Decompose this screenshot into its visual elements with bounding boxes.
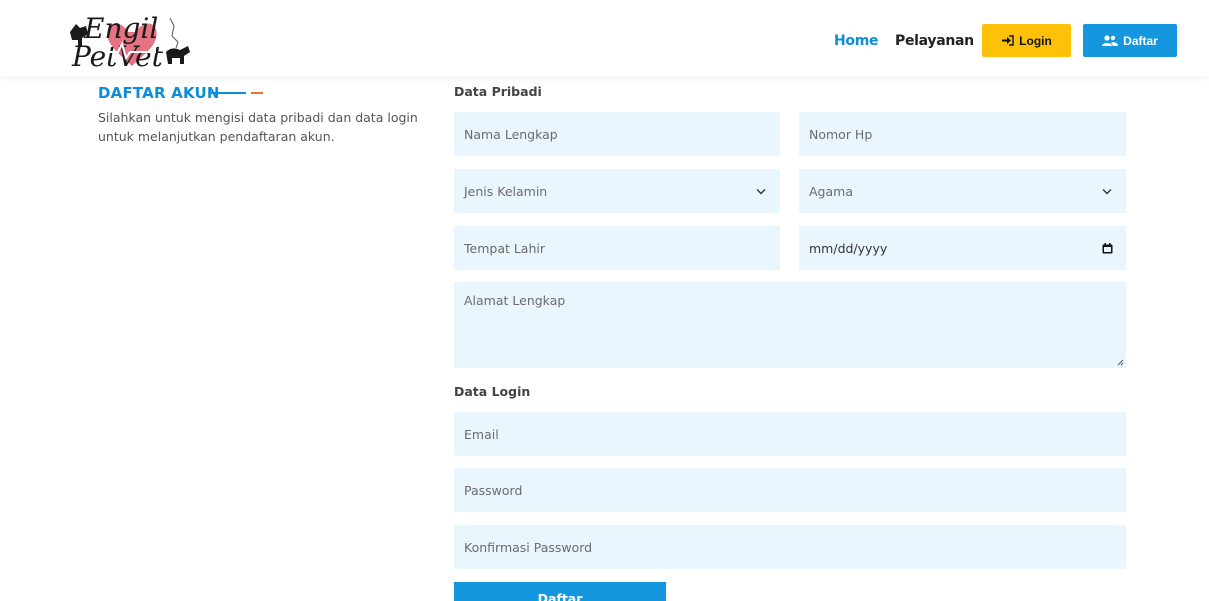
nav-home[interactable]: Home <box>834 33 879 49</box>
login-button-label: Login <box>1019 33 1052 48</box>
register-submit-button[interactable]: Daftar <box>454 582 666 601</box>
resize-handle-icon[interactable] <box>1116 358 1124 366</box>
svg-text:PetVet: PetVet <box>71 40 164 73</box>
page-title: DAFTAR AKUN <box>98 84 220 102</box>
navbar: Engil PetVet Home Pelayanan Login Daftar <box>0 0 1209 76</box>
page-description: Silahkan untuk mengisi data pribadi dan … <box>98 110 418 144</box>
religion-select[interactable]: Agama <box>799 169 1126 213</box>
gender-select[interactable]: Jenis Kelamin <box>454 169 780 213</box>
nav-services[interactable]: Pelayanan <box>895 33 974 49</box>
religion-value: Agama <box>809 183 853 199</box>
phone-placeholder: Nomor Hp <box>809 126 873 142</box>
birthplace-input[interactable]: Tempat Lahir <box>454 226 780 270</box>
password-input[interactable]: Password <box>454 468 1126 512</box>
register-submit-label: Daftar <box>537 591 583 601</box>
address-textarea[interactable]: Alamat Lengkap <box>454 282 1126 368</box>
title-underline-orange <box>251 92 263 94</box>
register-nav-button[interactable]: Daftar <box>1083 24 1177 57</box>
sign-in-icon <box>1002 35 1014 46</box>
users-icon <box>1102 35 1119 46</box>
calendar-icon[interactable] <box>1098 242 1116 254</box>
personal-data-label: Data Pribadi <box>454 84 542 99</box>
login-data-label: Data Login <box>454 384 531 399</box>
register-nav-label: Daftar <box>1123 33 1158 48</box>
email-placeholder: Email <box>464 426 499 442</box>
full-name-placeholder: Nama Lengkap <box>464 126 558 142</box>
birthdate-input[interactable]: mm/dd/yyyy <box>799 226 1126 270</box>
phone-input[interactable]: Nomor Hp <box>799 112 1126 156</box>
birthdate-placeholder: mm/dd/yyyy <box>809 240 888 256</box>
title-underline-blue <box>211 92 246 94</box>
full-name-input[interactable]: Nama Lengkap <box>454 112 780 156</box>
birthplace-placeholder: Tempat Lahir <box>464 240 546 256</box>
login-button[interactable]: Login <box>982 24 1071 57</box>
chevron-down-icon <box>1098 188 1116 195</box>
gender-value: Jenis Kelamin <box>464 183 548 199</box>
confirm-password-placeholder: Konfirmasi Password <box>464 539 593 555</box>
address-placeholder: Alamat Lengkap <box>464 293 566 308</box>
brand-logo[interactable]: Engil PetVet <box>66 8 202 74</box>
confirm-password-input[interactable]: Konfirmasi Password <box>454 525 1126 569</box>
chevron-down-icon <box>752 188 770 195</box>
email-input[interactable]: Email <box>454 412 1126 456</box>
password-placeholder: Password <box>464 482 523 498</box>
